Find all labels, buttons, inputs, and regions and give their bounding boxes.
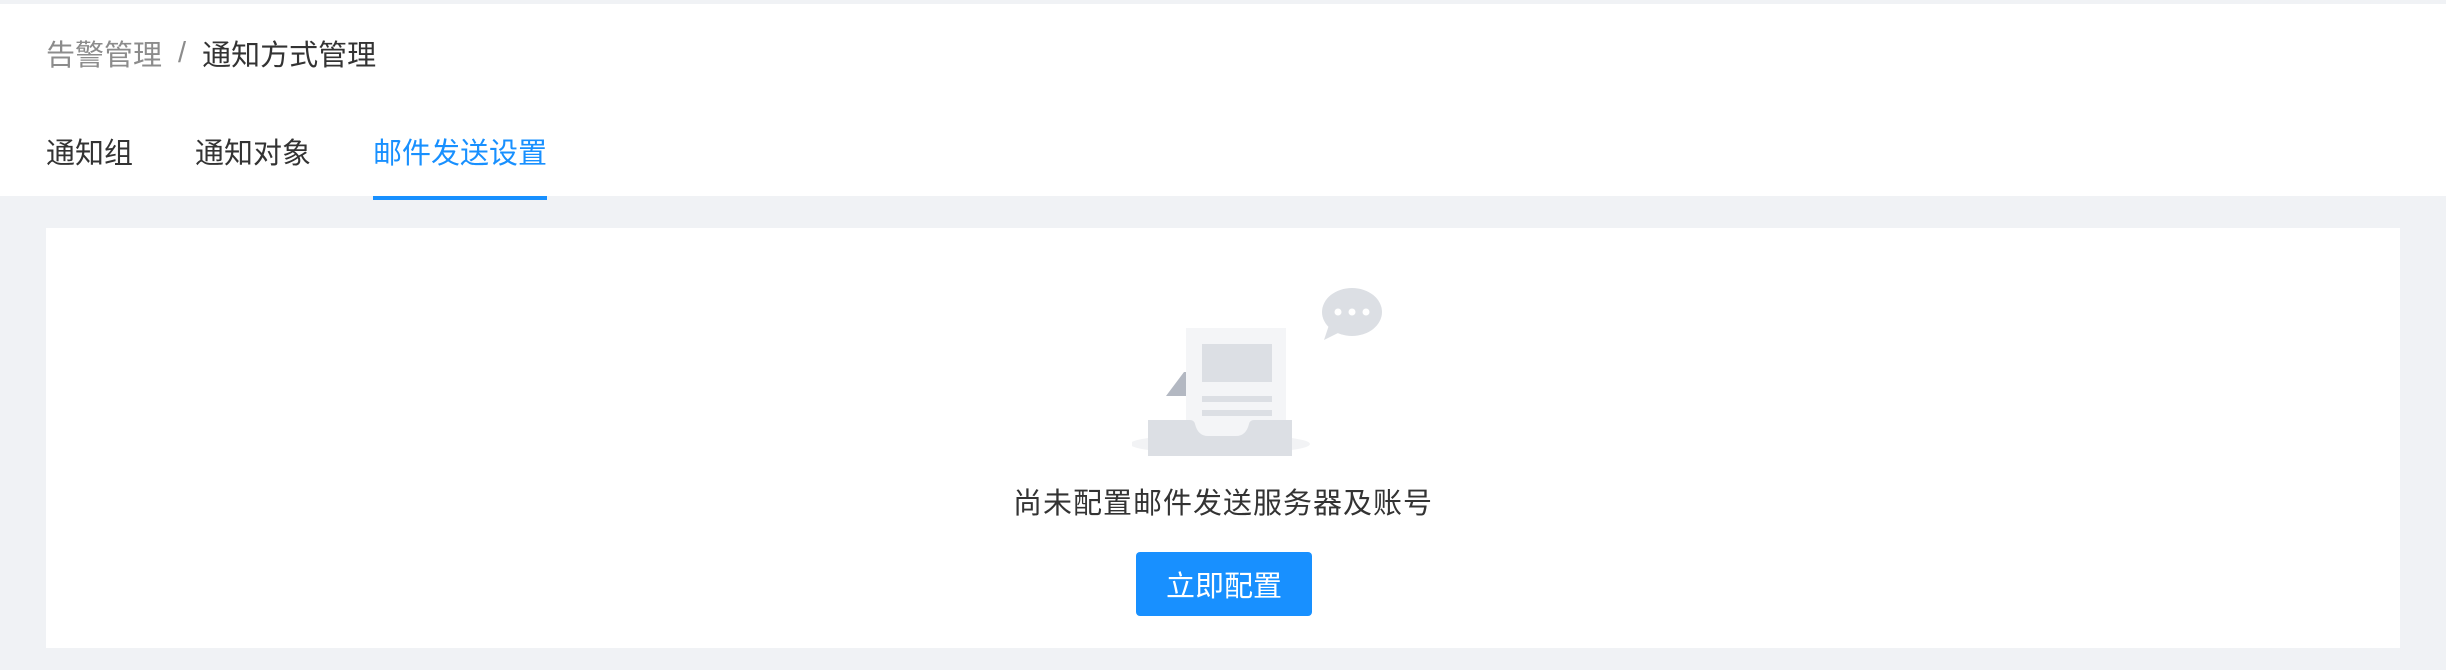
- page-header: 告警管理 / 通知方式管理 通知组 通知对象 邮件发送设置: [0, 0, 2446, 200]
- tab-notification-group[interactable]: 通知组: [46, 126, 133, 200]
- configure-now-button[interactable]: 立即配置: [1136, 552, 1312, 616]
- empty-inbox-icon: [1132, 288, 1382, 456]
- empty-state-card: 尚未配置邮件发送服务器及账号 立即配置: [46, 228, 2400, 648]
- empty-state-message: 尚未配置邮件发送服务器及账号: [1012, 488, 1433, 520]
- breadcrumb-separator: /: [178, 36, 187, 69]
- breadcrumb-item-alert-management[interactable]: 告警管理: [46, 32, 162, 74]
- tab-notification-target[interactable]: 通知对象: [195, 126, 311, 200]
- tab-email-settings[interactable]: 邮件发送设置: [373, 126, 548, 200]
- breadcrumb: 告警管理 / 通知方式管理: [46, 32, 376, 74]
- breadcrumb-item-current: 通知方式管理: [202, 40, 377, 72]
- tab-bar: 通知组 通知对象 邮件发送设置: [46, 126, 609, 200]
